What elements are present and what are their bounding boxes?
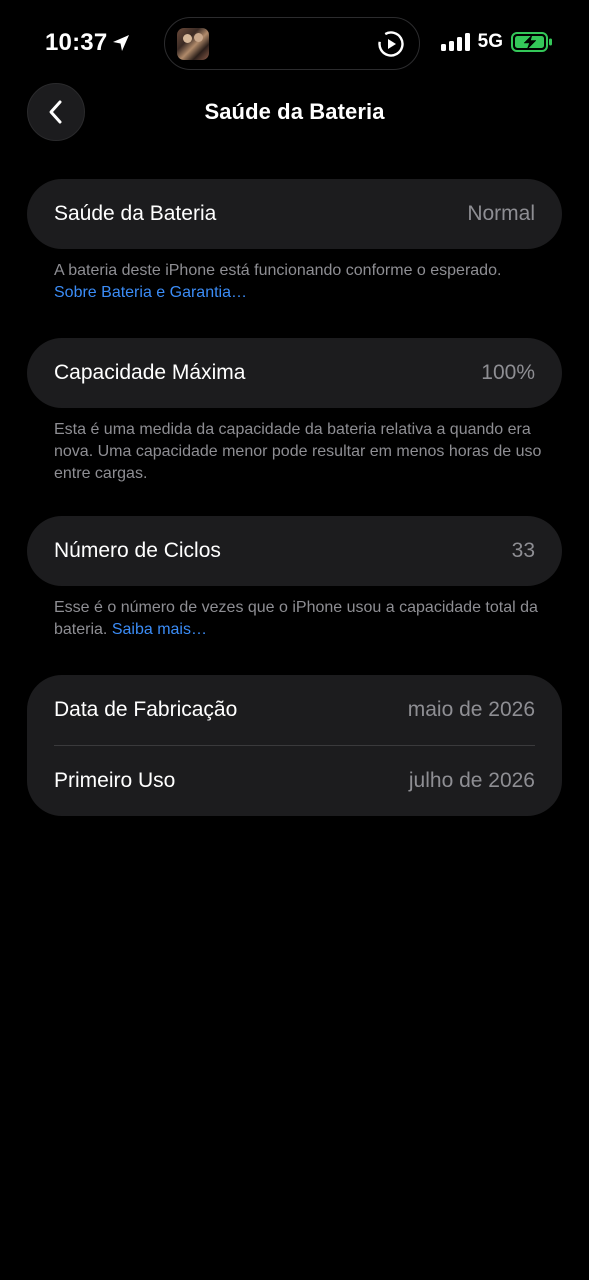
cycle-count-footnote: Esse é o número de vezes que o iPhone us… bbox=[54, 597, 544, 641]
signal-bars-icon bbox=[440, 33, 470, 51]
battery-health-screen: 10:37 5G Saúde da Bateria Saúde da Bater… bbox=[0, 0, 589, 1280]
status-time: 10:37 bbox=[45, 29, 131, 57]
cycle-count-row: Número de Ciclos 33 bbox=[27, 516, 562, 586]
battery-health-value: Normal bbox=[467, 202, 535, 225]
manufacture-date-label: Data de Fabricação bbox=[54, 698, 238, 721]
dates-card: Data de Fabricação maio de 2026 Primeiro… bbox=[27, 675, 562, 816]
battery-charging-icon bbox=[511, 32, 552, 52]
manufacture-date-row: Data de Fabricação maio de 2026 bbox=[27, 675, 562, 745]
cycle-count-label: Número de Ciclos bbox=[54, 539, 221, 562]
learn-more-link[interactable]: Saiba mais… bbox=[112, 621, 207, 638]
now-playing-artwork bbox=[177, 28, 209, 60]
maximum-capacity-footnote: Esta é uma medida da capacidade da bater… bbox=[54, 419, 544, 485]
first-use-row: Primeiro Uso julho de 2026 bbox=[27, 746, 562, 816]
battery-warranty-link[interactable]: Sobre Bateria e Garantia… bbox=[54, 284, 247, 301]
battery-health-label: Saúde da Bateria bbox=[54, 202, 217, 225]
time-text: 10:37 bbox=[45, 29, 108, 56]
status-bar: 10:37 5G bbox=[0, 0, 589, 86]
maximum-capacity-card: Capacidade Máxima 100% bbox=[27, 338, 562, 408]
cycle-count-value: 33 bbox=[511, 539, 535, 562]
battery-health-card[interactable]: Saúde da Bateria Normal bbox=[27, 179, 562, 249]
first-use-label: Primeiro Uso bbox=[54, 769, 176, 792]
location-arrow-icon bbox=[113, 35, 130, 51]
first-use-value: julho de 2026 bbox=[408, 769, 535, 792]
page-title: Saúde da Bateria bbox=[204, 99, 385, 124]
play-circle-icon bbox=[378, 31, 404, 57]
network-type: 5G bbox=[477, 31, 503, 52]
maximum-capacity-value: 100% bbox=[481, 361, 535, 384]
dynamic-island[interactable] bbox=[164, 17, 420, 70]
cycle-count-card: Número de Ciclos 33 bbox=[27, 516, 562, 586]
battery-health-row[interactable]: Saúde da Bateria Normal bbox=[27, 179, 562, 249]
manufacture-date-value: maio de 2026 bbox=[407, 698, 535, 721]
battery-health-description: A bateria deste iPhone está funcionando … bbox=[54, 262, 502, 279]
maximum-capacity-description: Esta é uma medida da capacidade da bater… bbox=[54, 421, 542, 482]
maximum-capacity-label: Capacidade Máxima bbox=[54, 361, 246, 384]
status-indicators: 5G bbox=[440, 31, 553, 53]
maximum-capacity-row: Capacidade Máxima 100% bbox=[27, 338, 562, 408]
battery-health-footnote: A bateria deste iPhone está funcionando … bbox=[54, 260, 544, 304]
